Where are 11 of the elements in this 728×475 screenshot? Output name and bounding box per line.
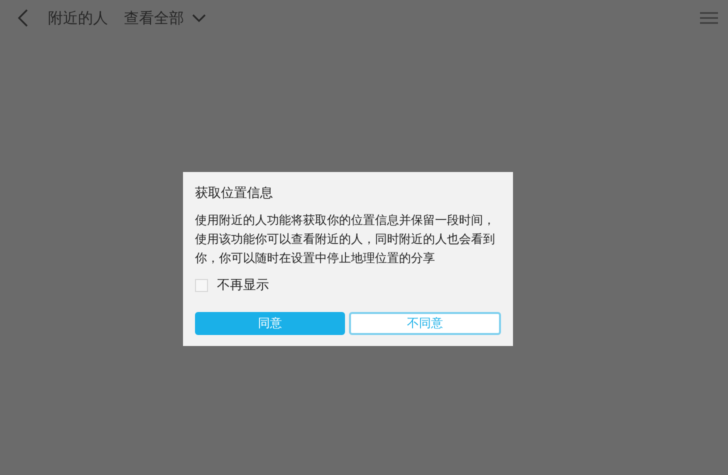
checkbox[interactable] xyxy=(195,278,208,292)
checkbox-label: 不再显示 xyxy=(217,277,269,294)
agree-button[interactable]: 同意 xyxy=(195,312,345,335)
filter-dropdown[interactable]: 查看全部 xyxy=(124,8,206,28)
dialog-title: 获取位置信息 xyxy=(195,185,274,202)
disagree-button[interactable]: 不同意 xyxy=(349,312,501,335)
back-icon[interactable] xyxy=(18,9,28,27)
menu-icon[interactable] xyxy=(700,11,718,25)
dialog-message: 使用附近的人功能将获取你的位置信息并保留一段时间，使用该功能你可以查看附近的人，同时附近的人也会看到你，你可以随时在设置中停止地理位置的分享 xyxy=(195,212,496,267)
page-title: 附近的人 xyxy=(48,8,108,28)
caret-icon xyxy=(192,14,206,22)
